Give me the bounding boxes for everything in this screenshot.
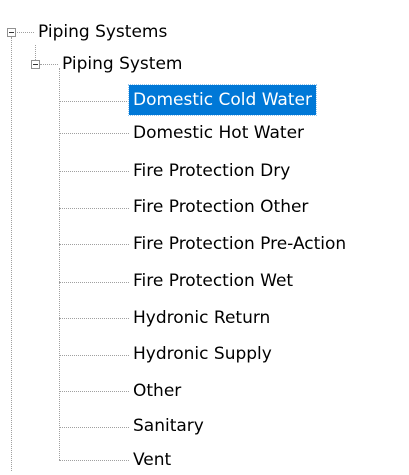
tree-view: Piping Systems Piping System Domestic Co… (0, 0, 409, 471)
tree-connector-child-6 (59, 282, 129, 283)
tree-node-label: Piping Systems (38, 22, 168, 42)
collapse-minus-icon[interactable] (31, 60, 40, 69)
tree-connector-child-7 (59, 318, 129, 319)
tree-node-label: Hydronic Supply (133, 344, 272, 364)
tree-node-piping-system[interactable]: Piping System (58, 49, 186, 79)
tree-node-fire-protection-wet[interactable]: Fire Protection Wet (129, 266, 297, 296)
tree-node-label: Fire Protection Wet (133, 271, 294, 291)
tree-connector-child-2 (59, 133, 129, 134)
tree-connector-root-h (17, 32, 34, 33)
tree-connector-child-4 (59, 208, 129, 209)
tree-connector-child-5 (59, 244, 129, 245)
tree-node-label: Fire Protection Other (133, 197, 309, 217)
tree-connector-child-3 (59, 171, 129, 172)
tree-node-hydronic-supply[interactable]: Hydronic Supply (129, 339, 276, 369)
tree-connector-child-9 (59, 391, 129, 392)
tree-node-domestic-hot-water[interactable]: Domestic Hot Water (129, 118, 308, 148)
tree-node-label: Hydronic Return (133, 308, 271, 328)
tree-node-fire-protection-dry[interactable]: Fire Protection Dry (129, 156, 294, 186)
tree-node-sanitary[interactable]: Sanitary (129, 411, 208, 441)
tree-node-label: Domestic Cold Water (128, 84, 317, 116)
tree-connector-child-11 (59, 460, 129, 461)
tree-node-domestic-cold-water[interactable]: Domestic Cold Water (128, 84, 317, 116)
tree-node-other[interactable]: Other (129, 376, 185, 406)
tree-connector-child-8 (59, 355, 129, 356)
tree-connector-root (11, 37, 12, 471)
tree-connector-level2 (59, 68, 60, 460)
tree-node-fire-protection-other[interactable]: Fire Protection Other (129, 192, 312, 222)
tree-connector-level1-h (40, 64, 58, 65)
tree-node-label: Piping System (62, 54, 183, 74)
collapse-minus-icon[interactable] (7, 28, 16, 37)
tree-node-label: Fire Protection Dry (133, 161, 291, 181)
tree-node-label: Sanitary (133, 416, 204, 436)
tree-node-label: Domestic Hot Water (133, 123, 305, 143)
tree-node-piping-systems[interactable]: Piping Systems (34, 17, 171, 47)
tree-node-label: Fire Protection Pre-Action (133, 234, 347, 254)
tree-connector-child-1 (59, 101, 129, 102)
tree-node-label: Other (133, 381, 182, 401)
tree-connector-child-10 (59, 427, 129, 428)
tree-node-fire-protection-pre-action[interactable]: Fire Protection Pre-Action (129, 229, 350, 259)
tree-node-hydronic-return[interactable]: Hydronic Return (129, 303, 274, 333)
